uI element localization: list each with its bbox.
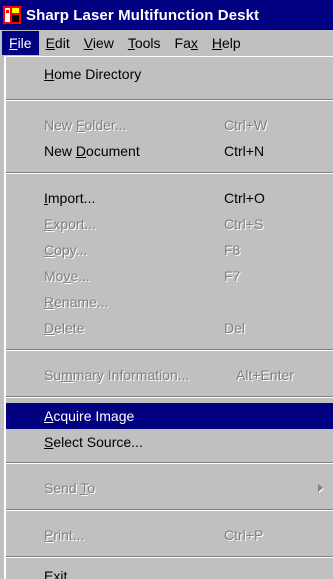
menu-item-label: Select Source... — [44, 434, 143, 450]
menu-item-home-directory[interactable]: Home Directory — [6, 61, 333, 87]
menu-item-shortcut: F7 — [224, 268, 241, 284]
window-title: Sharp Laser Multifunction Deskt — [26, 6, 260, 24]
menu-item-shortcut: Del — [224, 320, 246, 336]
menu-item-shortcut: Ctrl+W — [224, 117, 268, 133]
menu-item-label: Exit — [44, 568, 68, 579]
menu-item-shortcut: F8 — [224, 242, 241, 258]
menu-help[interactable]: Help — [205, 31, 248, 55]
title-bar[interactable]: Sharp Laser Multifunction Deskt — [0, 0, 333, 30]
menu-file[interactable]: File — [2, 31, 39, 55]
submenu-arrow-icon — [318, 484, 323, 492]
menu-item-label: New Folder... — [44, 117, 127, 133]
menu-item-label: Home Directory — [44, 66, 142, 82]
menu-item-label: Summary Information... — [44, 367, 190, 383]
menu-item-copy[interactable]: Copy... F8 — [6, 237, 333, 263]
menu-item-import[interactable]: Import... Ctrl+O — [6, 185, 333, 211]
menu-item-export[interactable]: Export... Ctrl+S — [6, 211, 333, 237]
menu-separator — [6, 509, 333, 511]
menu-item-label: Acquire Image — [44, 408, 135, 424]
file-menu-dropdown: Home Directory New Folder... Ctrl+W New … — [4, 56, 333, 579]
menu-item-rename[interactable]: Rename... — [6, 289, 333, 315]
menu-item-new-document[interactable]: New Document Ctrl+N — [6, 138, 333, 164]
menu-separator — [6, 99, 333, 101]
menu-item-delete[interactable]: Delete Del — [6, 315, 333, 341]
menu-item-label: Send To — [44, 480, 96, 496]
app-icon[interactable] — [3, 6, 21, 24]
menu-fax[interactable]: Fax — [168, 31, 205, 55]
menu-item-summary-information[interactable]: Summary Information... Alt+Enter — [6, 362, 333, 388]
menu-item-print[interactable]: Print... Ctrl+P — [6, 522, 333, 548]
menu-item-shortcut: Ctrl+N — [224, 143, 265, 159]
menu-item-new-folder[interactable]: New Folder... Ctrl+W — [6, 112, 333, 138]
menu-item-send-to[interactable]: Send To — [6, 475, 333, 501]
menu-item-label: Delete — [44, 320, 85, 336]
menu-item-shortcut: Alt+Enter — [236, 367, 294, 383]
menu-item-acquire-image[interactable]: Acquire Image — [6, 403, 333, 429]
menu-item-label: Move... — [44, 268, 90, 284]
menu-item-exit[interactable]: Exit — [6, 563, 333, 579]
menu-item-shortcut: Ctrl+S — [224, 216, 264, 232]
menu-item-shortcut: Ctrl+P — [224, 527, 264, 543]
menu-bar: File Edit View Tools Fax Help — [0, 30, 333, 56]
menu-tools[interactable]: Tools — [121, 31, 168, 55]
menu-edit[interactable]: Edit — [39, 31, 77, 55]
menu-item-move[interactable]: Move... F7 — [6, 263, 333, 289]
menu-separator — [6, 556, 333, 558]
menu-item-label: Import... — [44, 190, 96, 206]
menu-item-label: Copy... — [44, 242, 88, 258]
menu-item-shortcut: Ctrl+O — [224, 190, 265, 206]
menu-item-label: Rename... — [44, 294, 109, 310]
menu-item-label: Print... — [44, 527, 85, 543]
menu-item-label: New Document — [44, 143, 140, 159]
menu-separator — [6, 462, 333, 464]
menu-item-label: Export... — [44, 216, 97, 232]
menu-view[interactable]: View — [77, 31, 121, 55]
menu-separator — [6, 172, 333, 174]
menu-item-select-source[interactable]: Select Source... — [6, 429, 333, 455]
menu-separator — [6, 396, 333, 398]
menu-separator — [6, 349, 333, 351]
screen: Sharp Laser Multifunction Deskt File Edi… — [0, 0, 333, 579]
